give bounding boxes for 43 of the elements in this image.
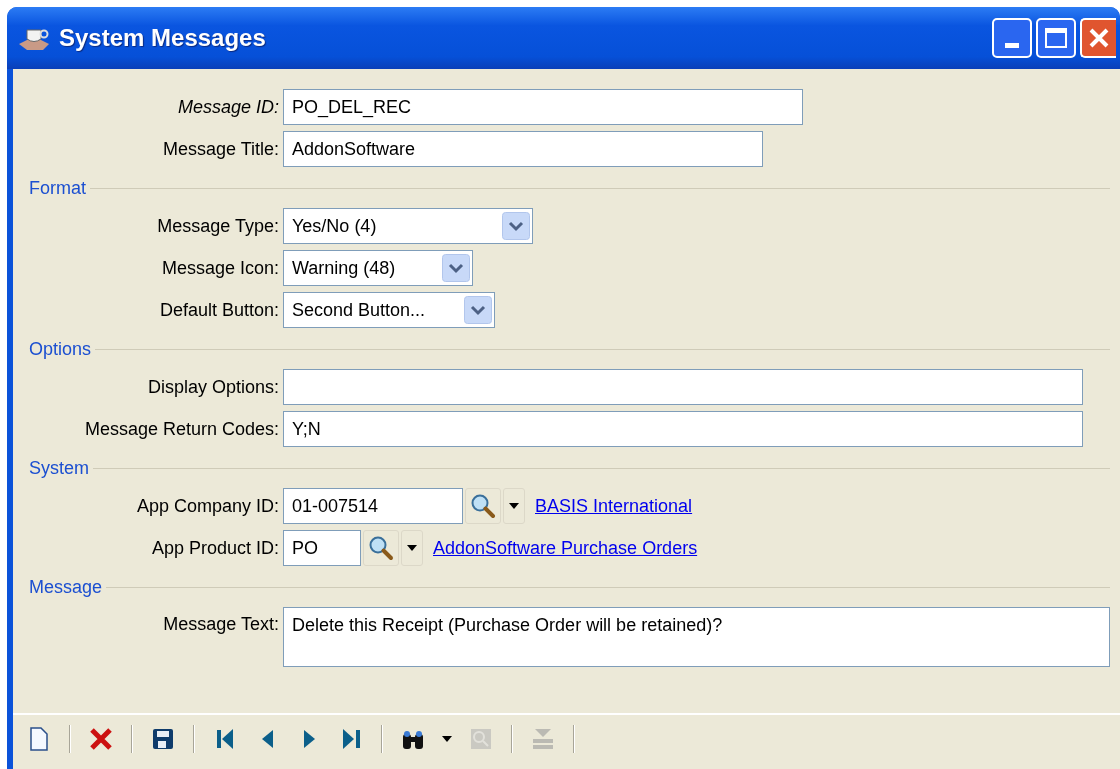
section-title: Options — [29, 338, 92, 361]
input-field[interactable]: AddonSoftware — [283, 131, 763, 167]
input-field[interactable]: Y;N — [283, 411, 1083, 447]
input-field[interactable]: PO — [283, 530, 361, 566]
close-button[interactable] — [1080, 18, 1116, 58]
field-label: Default Button: — [159, 298, 279, 322]
link[interactable]: AddonSoftware Purchase Orders — [433, 534, 698, 562]
dropdown[interactable]: Second Button... — [283, 292, 495, 328]
field-label: Message Type: — [157, 214, 279, 238]
close-icon — [1088, 27, 1110, 49]
section-title: System — [29, 457, 89, 480]
field-label: Message Title: — [162, 137, 279, 161]
field-label: Message ID: — [177, 95, 279, 119]
field-label: Message Icon: — [161, 256, 279, 280]
lookup-button[interactable] — [363, 530, 399, 566]
field-label: App Product ID: — [151, 536, 279, 560]
dropdown[interactable]: Yes/No (4) — [283, 208, 533, 244]
field-label: Message Return Codes: — [84, 417, 279, 441]
input-field[interactable]: 01-007514 — [283, 488, 463, 524]
dropdown[interactable]: Warning (48) — [283, 250, 473, 286]
chevron-down-icon — [464, 296, 492, 324]
chevron-down-icon — [502, 212, 530, 240]
dropdown-button[interactable] — [503, 488, 525, 524]
caret-down-icon — [442, 736, 452, 742]
input-field[interactable] — [283, 369, 1083, 405]
caret-down-icon — [509, 503, 519, 509]
minimize-button[interactable] — [992, 18, 1032, 58]
maximize-button[interactable] — [1036, 18, 1076, 58]
text-area[interactable]: Delete this Receipt (Purchase Order will be retained)? — [283, 607, 1110, 667]
caret-down-icon — [407, 545, 417, 551]
section-title: Format — [29, 177, 86, 200]
input-field[interactable]: PO_DEL_REC — [283, 89, 803, 125]
dropdown-button[interactable] — [401, 530, 423, 566]
section-title: Message — [29, 576, 103, 599]
window-title: System Messages — [59, 23, 266, 53]
field-label: Display Options: — [147, 375, 279, 399]
search-icon — [470, 493, 496, 519]
lookup-button[interactable] — [465, 488, 501, 524]
field-label: Message Text: — [163, 613, 279, 636]
field-label: App Company ID: — [136, 494, 279, 518]
chevron-down-icon — [442, 254, 470, 282]
search-icon — [368, 535, 394, 561]
link[interactable]: BASIS International — [535, 492, 693, 520]
